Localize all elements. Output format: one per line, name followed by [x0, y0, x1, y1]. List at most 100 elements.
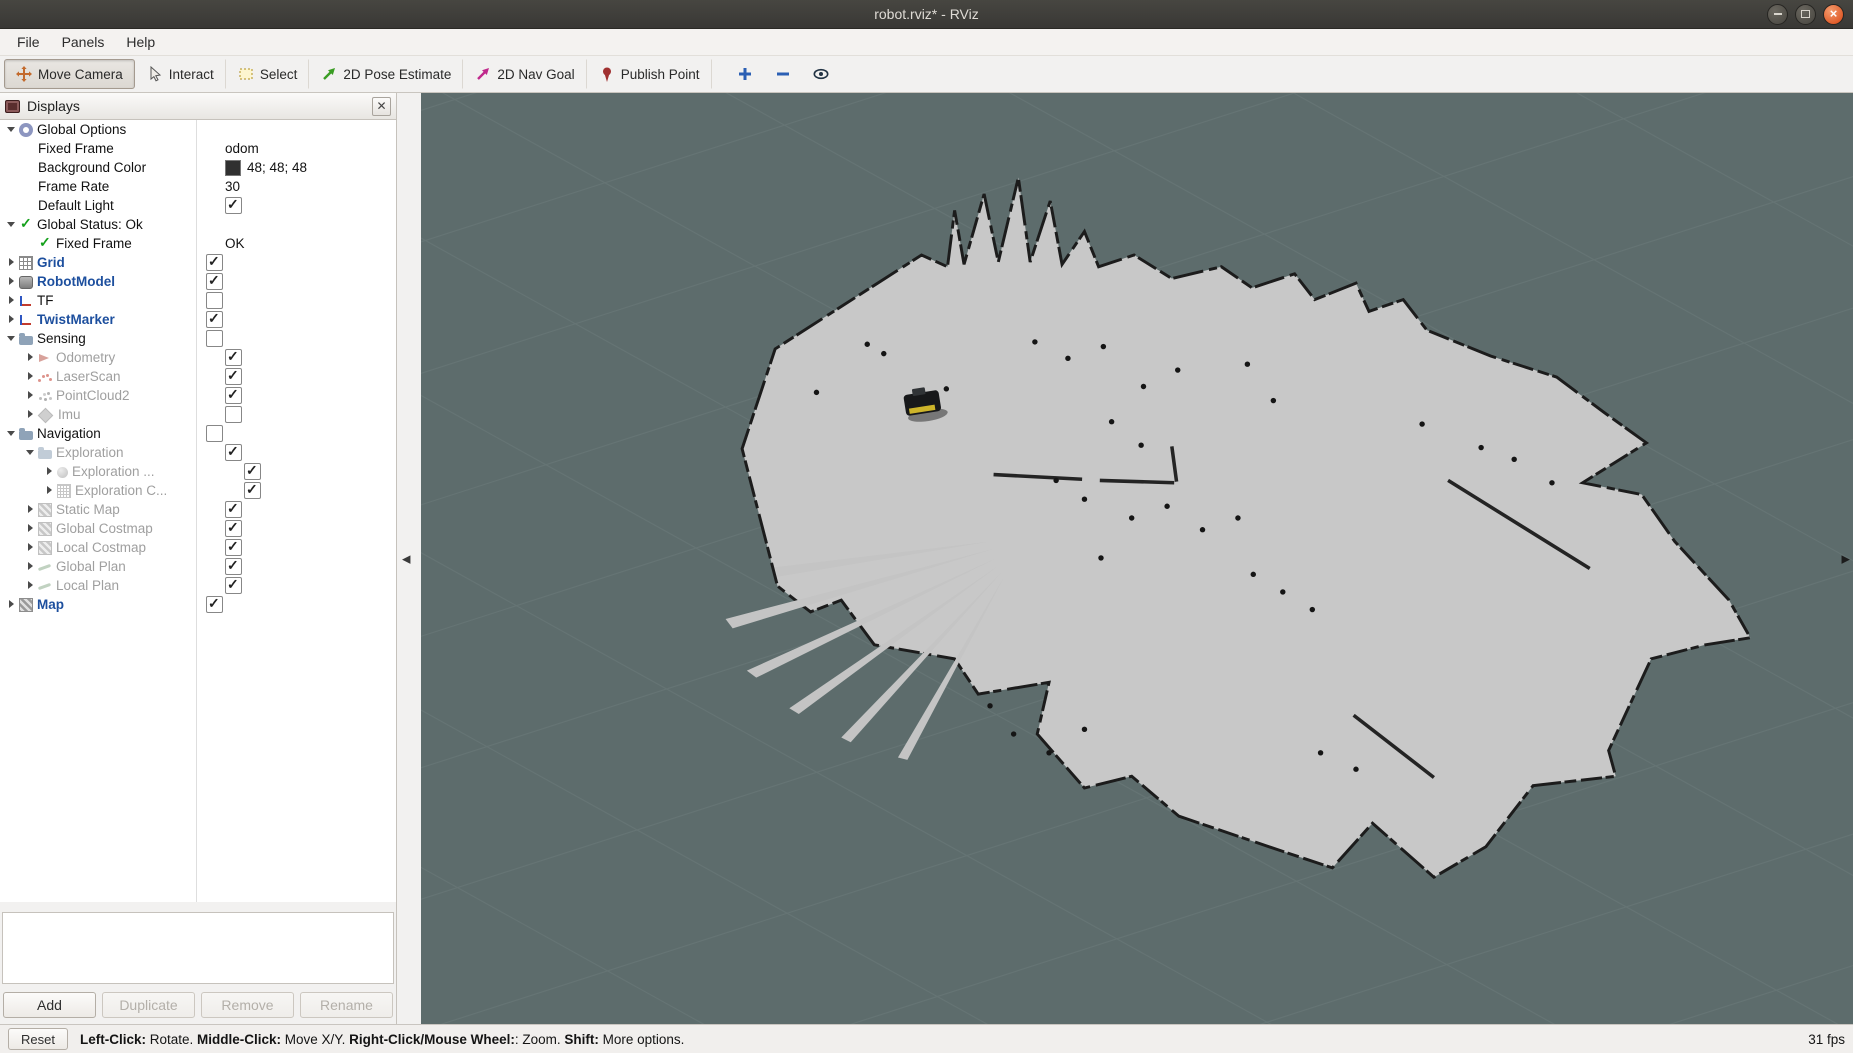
- enabled-checkbox[interactable]: [206, 292, 223, 309]
- enabled-checkbox[interactable]: [206, 596, 223, 613]
- expander-closed-icon[interactable]: [4, 595, 19, 614]
- displays-panel-header[interactable]: Displays ✕: [0, 93, 396, 120]
- collapse-right-arrow[interactable]: ▶: [1842, 552, 1850, 565]
- expander-closed-icon[interactable]: [23, 538, 38, 557]
- expander-closed-icon[interactable]: [4, 272, 19, 291]
- tool-select[interactable]: Select: [226, 59, 310, 89]
- panel-splitter[interactable]: ◀: [397, 93, 421, 1024]
- titlebar[interactable]: robot.rviz* - RViz ×: [0, 0, 1853, 29]
- expander-open-icon[interactable]: [23, 443, 38, 462]
- tree-row-global-costmap[interactable]: Global Costmap: [0, 519, 396, 538]
- enabled-checkbox[interactable]: [225, 197, 242, 214]
- rename-button[interactable]: Rename: [300, 992, 393, 1018]
- enabled-checkbox[interactable]: [225, 539, 242, 556]
- enabled-checkbox[interactable]: [206, 273, 223, 290]
- tree-row-twistmarker[interactable]: TwistMarker: [0, 310, 396, 329]
- tool-nav-goal[interactable]: 2D Nav Goal: [463, 59, 586, 89]
- remove-button[interactable]: Remove: [201, 992, 294, 1018]
- duplicate-button[interactable]: Duplicate: [102, 992, 195, 1018]
- tree-row-local-costmap[interactable]: Local Costmap: [0, 538, 396, 557]
- tree-row-navigation[interactable]: Navigation: [0, 424, 396, 443]
- add-button[interactable]: Add: [3, 992, 96, 1018]
- tree-row-fixed-frame[interactable]: Fixed Frameodom: [0, 139, 396, 158]
- tree-row-imu[interactable]: Imu: [0, 405, 396, 424]
- tree-value-cell[interactable]: odom: [219, 141, 396, 156]
- expander-closed-icon[interactable]: [23, 367, 38, 386]
- expander-closed-icon[interactable]: [23, 519, 38, 538]
- expander-closed-icon[interactable]: [23, 576, 38, 595]
- tree-row-exploration-c[interactable]: Exploration C...: [0, 481, 396, 500]
- zoom-out-button[interactable]: [772, 63, 794, 85]
- expander-closed-icon[interactable]: [23, 386, 38, 405]
- tree-row-robotmodel[interactable]: RobotModel: [0, 272, 396, 291]
- tree-row-default-light[interactable]: Default Light: [0, 196, 396, 215]
- expander-closed-icon[interactable]: [23, 500, 38, 519]
- tool-pose-estimate[interactable]: 2D Pose Estimate: [309, 59, 463, 89]
- collapse-left-arrow[interactable]: ◀: [402, 552, 410, 565]
- tree-row-fixed-frame[interactable]: Fixed FrameOK: [0, 234, 396, 253]
- tree-row-laserscan[interactable]: LaserScan: [0, 367, 396, 386]
- enabled-checkbox[interactable]: [225, 349, 242, 366]
- enabled-checkbox[interactable]: [244, 482, 261, 499]
- enabled-checkbox[interactable]: [225, 520, 242, 537]
- enabled-checkbox[interactable]: [206, 425, 223, 442]
- expander-closed-icon[interactable]: [42, 481, 57, 500]
- enabled-checkbox[interactable]: [225, 444, 242, 461]
- tree-value-cell[interactable]: 30: [219, 179, 396, 194]
- enabled-checkbox[interactable]: [225, 387, 242, 404]
- menu-panels[interactable]: Panels: [51, 29, 116, 55]
- enabled-checkbox[interactable]: [244, 463, 261, 480]
- enabled-checkbox[interactable]: [225, 558, 242, 575]
- expander-closed-icon[interactable]: [23, 405, 38, 424]
- minimize-button[interactable]: [1767, 4, 1788, 25]
- maximize-button[interactable]: [1795, 4, 1816, 25]
- tree-row-sensing[interactable]: Sensing: [0, 329, 396, 348]
- tree-row-pointcloud2[interactable]: PointCloud2: [0, 386, 396, 405]
- tool-publish-point[interactable]: Publish Point: [587, 59, 712, 89]
- expander-closed-icon[interactable]: [23, 348, 38, 367]
- tree-value-cell[interactable]: OK: [219, 236, 396, 251]
- expander-open-icon[interactable]: [4, 424, 19, 443]
- expander-closed-icon[interactable]: [4, 310, 19, 329]
- enabled-checkbox[interactable]: [225, 368, 242, 385]
- tree-row-grid[interactable]: Grid: [0, 253, 396, 272]
- tree-value-cell[interactable]: 48; 48; 48: [219, 160, 396, 176]
- tree-row-global-plan[interactable]: Global Plan: [0, 557, 396, 576]
- enabled-checkbox[interactable]: [206, 311, 223, 328]
- enabled-checkbox[interactable]: [225, 501, 242, 518]
- expander-open-icon[interactable]: [4, 215, 19, 234]
- render-view[interactable]: ▶: [421, 93, 1853, 1024]
- expander-closed-icon[interactable]: [4, 291, 19, 310]
- close-button[interactable]: ×: [1823, 4, 1844, 25]
- tree-row-global-options[interactable]: Global Options: [0, 120, 396, 139]
- tree-value-cell: [200, 330, 396, 347]
- 3d-scene[interactable]: [421, 93, 1853, 1024]
- enabled-checkbox[interactable]: [206, 254, 223, 271]
- expander-open-icon[interactable]: [4, 120, 19, 139]
- menu-help[interactable]: Help: [115, 29, 166, 55]
- panel-close-button[interactable]: ✕: [372, 97, 391, 116]
- enabled-checkbox[interactable]: [225, 406, 242, 423]
- tool-move-camera[interactable]: Move Camera: [4, 59, 135, 89]
- tree-row-exploration[interactable]: Exploration: [0, 443, 396, 462]
- enabled-checkbox[interactable]: [225, 577, 242, 594]
- tree-row-odometry[interactable]: Odometry: [0, 348, 396, 367]
- tree-row-exploration[interactable]: Exploration ...: [0, 462, 396, 481]
- tree-row-frame-rate[interactable]: Frame Rate30: [0, 177, 396, 196]
- enabled-checkbox[interactable]: [206, 330, 223, 347]
- tree-row-tf[interactable]: TF: [0, 291, 396, 310]
- focus-camera-button[interactable]: [810, 63, 832, 85]
- expander-closed-icon[interactable]: [42, 462, 57, 481]
- expander-open-icon[interactable]: [4, 329, 19, 348]
- expander-closed-icon[interactable]: [4, 253, 19, 272]
- tree-row-map[interactable]: Map: [0, 595, 396, 614]
- menu-file[interactable]: File: [6, 29, 51, 55]
- zoom-in-button[interactable]: [734, 63, 756, 85]
- tree-row-global-status-ok[interactable]: Global Status: Ok: [0, 215, 396, 234]
- reset-button[interactable]: Reset: [8, 1028, 68, 1050]
- tree-row-background-color[interactable]: Background Color48; 48; 48: [0, 158, 396, 177]
- expander-closed-icon[interactable]: [23, 557, 38, 576]
- tree-row-static-map[interactable]: Static Map: [0, 500, 396, 519]
- tool-interact[interactable]: Interact: [135, 59, 226, 89]
- tree-row-local-plan[interactable]: Local Plan: [0, 576, 396, 595]
